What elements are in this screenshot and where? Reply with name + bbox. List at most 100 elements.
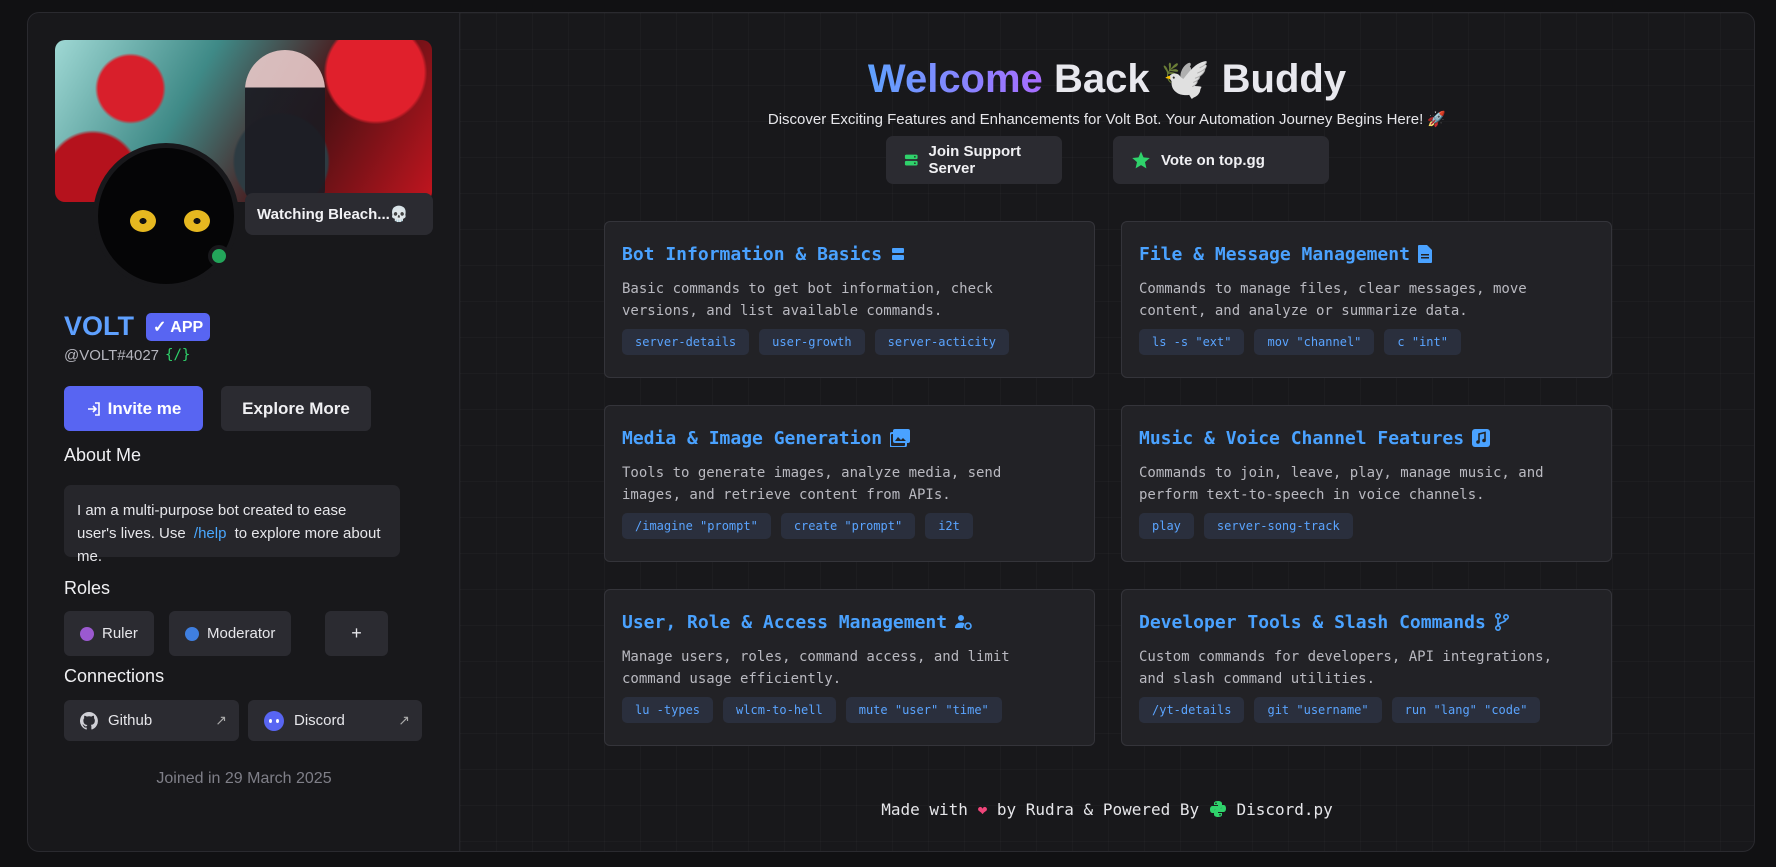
command-tag[interactable]: git "username" [1254, 697, 1382, 723]
feature-card-bot-info[interactable]: Bot Information & Basics Basic commands … [604, 221, 1095, 378]
external-link-icon: ↗ [215, 712, 227, 728]
slash-command-icon: {/} [165, 347, 191, 363]
vote-topgg-button[interactable]: Vote on top.gg [1113, 136, 1329, 184]
command-tag[interactable]: server-song-track [1203, 513, 1353, 539]
activity-status: Watching Bleach...💀 [245, 193, 433, 235]
heart-icon: ❤ [977, 800, 988, 819]
connection-discord[interactable]: Discord ↗ [248, 700, 422, 741]
feature-card-file-message[interactable]: File & Message Management Commands to ma… [1121, 221, 1612, 378]
external-link-icon: ↗ [398, 712, 410, 728]
card-title: Media & Image Generation [622, 426, 1077, 450]
support-label: Join Support Server [928, 143, 1022, 177]
command-tag[interactable]: c "int" [1384, 329, 1461, 355]
card-title-text: Music & Voice Channel Features [1139, 427, 1465, 449]
cat-eye-left [130, 210, 156, 232]
connection-github[interactable]: Github ↗ [64, 700, 239, 741]
card-tags: /yt-details git "username" run "lang" "c… [1139, 697, 1594, 723]
github-icon [80, 711, 98, 730]
profile-name: VOLT [64, 311, 134, 341]
invite-button[interactable]: Invite me [64, 386, 203, 431]
card-description: Commands to manage files, clear messages… [1139, 281, 1527, 319]
connections-title: Connections [64, 666, 165, 686]
feature-card-music-voice[interactable]: Music & Voice Channel Features Commands … [1121, 405, 1612, 562]
command-tag[interactable]: mov "channel" [1254, 329, 1375, 355]
roles-title: Roles [64, 578, 111, 598]
role-color-dot [80, 626, 94, 641]
card-description: Tools to generate images, analyze media,… [622, 465, 1002, 503]
card-title: Music & Voice Channel Features [1139, 426, 1594, 450]
role-label: Moderator [207, 625, 276, 642]
card-tags: lu -types wlcm-to-hell mute "user" "time… [622, 697, 1077, 723]
server-icon [904, 154, 918, 166]
card-title-text: File & Message Management [1139, 243, 1410, 265]
card-title-text: Developer Tools & Slash Commands [1139, 611, 1486, 633]
command-tag[interactable]: lu -types [622, 697, 714, 723]
feature-card-user-role[interactable]: User, Role & Access Management Manage us… [604, 589, 1095, 746]
cat-eye-right [184, 210, 210, 232]
star-icon [1132, 151, 1150, 169]
sign-in-icon [87, 401, 100, 416]
feature-card-developer-tools[interactable]: Developer Tools & Slash Commands Custom … [1121, 589, 1612, 746]
command-tag[interactable]: server-details [622, 329, 750, 355]
card-title: Developer Tools & Slash Commands [1139, 610, 1594, 634]
role-chip-moderator[interactable]: Moderator [169, 611, 292, 656]
online-status-dot [208, 245, 230, 267]
page-subtitle: Discover Exciting Features and Enhanceme… [767, 111, 1447, 128]
app-badge: ✓ APP [146, 312, 211, 341]
card-title-text: Bot Information & Basics [622, 243, 883, 265]
profile-handle: @VOLT#4027 [64, 347, 160, 364]
git-branch-icon [1494, 613, 1509, 631]
banner-figure [245, 50, 325, 200]
join-support-server-button[interactable]: Join Support Server [886, 136, 1062, 184]
command-tag[interactable]: /yt-details [1139, 697, 1245, 723]
card-tags: ls -s "ext" mov "channel" c "int" [1139, 329, 1594, 355]
role-color-dot [185, 626, 199, 641]
title-word-buddy: Buddy [1221, 57, 1347, 101]
avatar[interactable] [93, 143, 239, 289]
file-icon [1417, 245, 1432, 263]
card-title: Bot Information & Basics [622, 242, 1077, 266]
command-tag[interactable]: i2t [925, 513, 973, 539]
page-title: Welcome Back 🕊️ Buddy [460, 55, 1754, 102]
title-highlight: Welcome [867, 57, 1043, 101]
about-title: About Me [64, 445, 142, 465]
command-tag[interactable]: wlcm-to-hell [723, 697, 836, 723]
footer-made-with: Made with [881, 800, 968, 819]
connection-label: Github [108, 712, 153, 729]
feature-card-media-image[interactable]: Media & Image Generation Tools to genera… [604, 405, 1095, 562]
music-icon [1472, 429, 1491, 447]
help-command-link[interactable]: /help [194, 525, 227, 542]
discord-icon [264, 710, 284, 731]
footer-by: by Rudra & Powered By [996, 800, 1200, 819]
command-tag[interactable]: mute "user" "time" [845, 697, 1002, 723]
user-gear-icon [955, 615, 972, 630]
card-description: Manage users, roles, command access, and… [622, 649, 1010, 687]
command-tag[interactable]: ls -s "ext" [1139, 329, 1245, 355]
about-box: I am a multi-purpose bot created to ease… [64, 485, 400, 565]
card-title: User, Role & Access Management [622, 610, 1077, 634]
page-footer: Made with ❤ by Rudra & Powered By Discor… [460, 800, 1754, 819]
card-tags: server-details user-growth server-actici… [622, 329, 1077, 355]
profile-name-row: VOLT ✓ APP [64, 311, 211, 342]
command-tag[interactable]: create "prompt" [780, 513, 916, 539]
joined-date: Joined in 29 March 2025 [156, 770, 332, 787]
command-tag[interactable]: /imagine "prompt" [622, 513, 771, 539]
command-tag[interactable]: play [1139, 513, 1194, 539]
explore-more-button[interactable]: Explore More [221, 386, 371, 431]
card-tags: /imagine "prompt" create "prompt" i2t [622, 513, 1077, 539]
command-tag[interactable]: user-growth [759, 329, 865, 355]
add-role-button[interactable]: + [325, 611, 388, 656]
footer-powered: Discord.py [1236, 800, 1333, 819]
card-title-text: User, Role & Access Management [622, 611, 948, 633]
role-chip-ruler[interactable]: Ruler [64, 611, 154, 656]
card-title-text: Media & Image Generation [622, 427, 883, 449]
card-title: File & Message Management [1139, 242, 1594, 266]
card-description: Commands to join, leave, play, manage mu… [1139, 465, 1544, 503]
connection-label: Discord [294, 712, 345, 729]
profile-handle-row: @VOLT#4027 {/} [64, 347, 190, 364]
invite-label: Invite me [107, 398, 182, 418]
python-icon [1209, 801, 1226, 817]
command-tag[interactable]: run "lang" "code" [1391, 697, 1541, 723]
command-tag[interactable]: server-acticity [874, 329, 1010, 355]
profile-sidebar: Watching Bleach...💀 VOLT ✓ APP @VOLT#402… [28, 13, 460, 851]
